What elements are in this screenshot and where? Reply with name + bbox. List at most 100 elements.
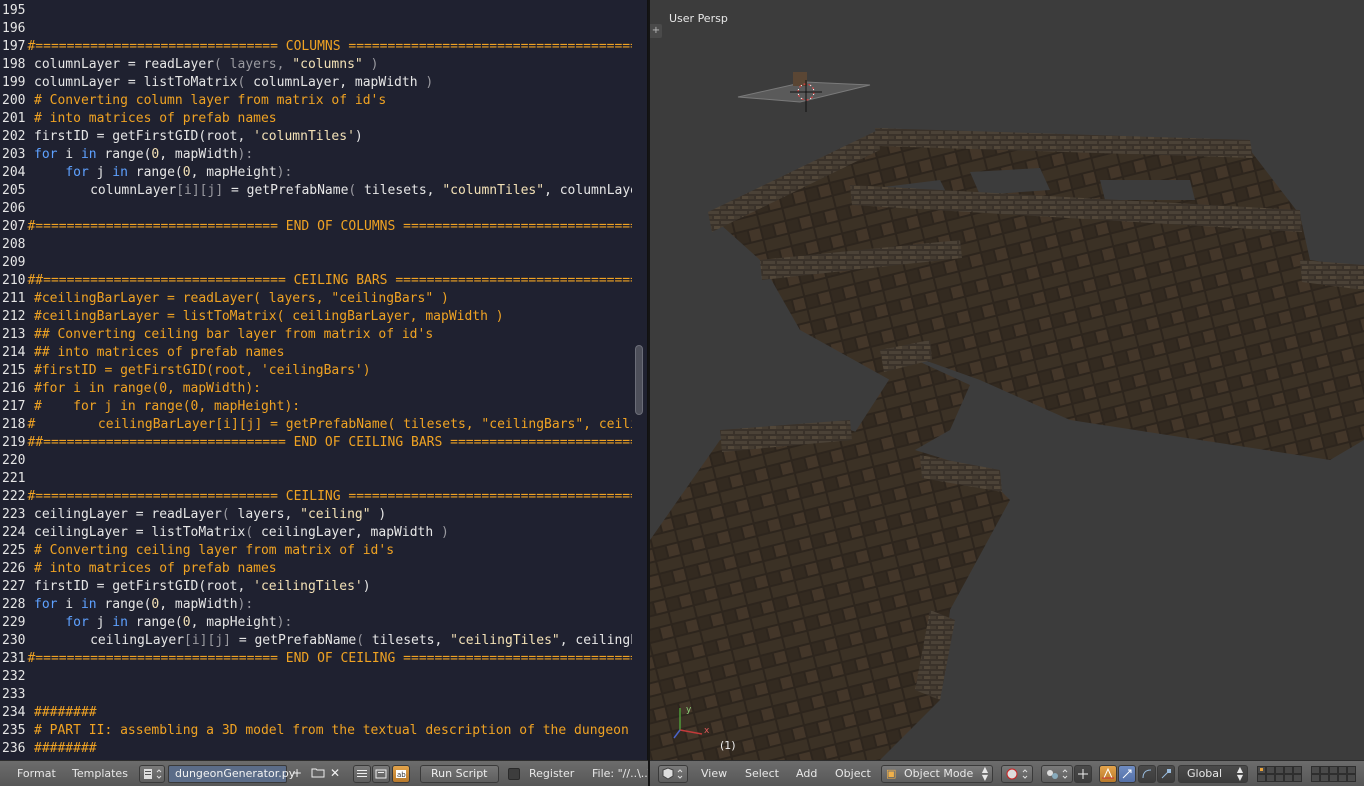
code-line[interactable]: 235 # PART II: assembling a 3D model from…: [2, 722, 632, 740]
code-line[interactable]: 214 ## into matrices of prefab names: [2, 344, 632, 362]
code-line[interactable]: 230 ceilingLayer[i][j] = getPrefabName( …: [2, 632, 632, 650]
code-line[interactable]: 211 #ceilingBarLayer = readLayer( layers,…: [2, 290, 632, 308]
new-text-icon[interactable]: +: [292, 766, 302, 780]
code-line[interactable]: 196: [2, 20, 632, 38]
code-line[interactable]: 234 ########: [2, 704, 632, 722]
code-line[interactable]: 197 #=============================== COLU…: [2, 38, 632, 56]
code-line[interactable]: 199 columnLayer = listToMatrix( columnLay…: [2, 74, 632, 92]
line-content: firstID = getFirstGID(root, 'columnTiles…: [32, 128, 363, 146]
code-line[interactable]: 203 for i in range(0, mapWidth):: [2, 146, 632, 164]
code-line[interactable]: 207 #=============================== END …: [2, 218, 632, 236]
line-content: ceilingLayer = listToMatrix( ceilingLaye…: [32, 524, 449, 542]
code-line[interactable]: 219 ##=============================== END…: [2, 434, 632, 452]
code-line[interactable]: 231 #=============================== END …: [2, 650, 632, 668]
code-line[interactable]: 204 for j in range(0, mapHeight):: [2, 164, 632, 182]
code-line[interactable]: 221: [2, 470, 632, 488]
code-token: i: [57, 597, 81, 612]
code-line[interactable]: 213 ## Converting ceiling bar layer from …: [2, 326, 632, 344]
code-line[interactable]: 212 #ceilingBarLayer = listToMatrix( ceil…: [2, 308, 632, 326]
line-content: # PART II: assembling a 3D model from th…: [32, 722, 629, 740]
code-line[interactable]: 200 # Converting column layer from matrix…: [2, 92, 632, 110]
code-line[interactable]: 233: [2, 686, 632, 704]
code-line[interactable]: 222 #=============================== CEIL…: [2, 488, 632, 506]
code-line[interactable]: 232: [2, 668, 632, 686]
unlink-text-icon[interactable]: ✕: [330, 766, 340, 780]
code-line[interactable]: 217 # for j in range(0, mapHeight):: [2, 398, 632, 416]
translate-icon[interactable]: [1099, 765, 1117, 783]
code-line[interactable]: 227 firstID = getFirstGID(root, 'ceilingT…: [2, 578, 632, 596]
code-token: ##=============================== END OF…: [27, 435, 632, 450]
line-content: # into matrices of prefab names: [32, 110, 277, 128]
format-menu[interactable]: Format: [17, 767, 56, 781]
text-menu-icon[interactable]: [139, 765, 165, 783]
line-numbers-icon[interactable]: [353, 765, 371, 783]
word-wrap-icon[interactable]: [372, 765, 390, 783]
layers-icon-2[interactable]: [1311, 766, 1359, 782]
line-number: 224: [2, 525, 26, 540]
select-menu[interactable]: Select: [745, 767, 779, 781]
manipulator-icon[interactable]: [1074, 765, 1092, 783]
code-line[interactable]: 208: [2, 236, 632, 254]
code-line[interactable]: 201 # into matrices of prefab names: [2, 110, 632, 128]
pivot-icon[interactable]: [1041, 765, 1073, 783]
view-menu[interactable]: View: [701, 767, 727, 781]
open-text-icon[interactable]: [311, 766, 325, 781]
code-token: #firstID = getFirstGID(root, 'ceilingBar…: [34, 363, 371, 378]
code-token: in: [112, 165, 128, 180]
line-content: #ceilingBarLayer = readLayer( layers, "c…: [32, 290, 449, 308]
code-area[interactable]: 195 196 197 #==============================…: [2, 2, 632, 758]
code-line[interactable]: 209: [2, 254, 632, 272]
code-token: j: [88, 615, 113, 630]
syntax-highlight-icon[interactable]: ab: [392, 765, 410, 783]
viewport-type-icon[interactable]: [658, 765, 688, 783]
add-menu[interactable]: Add: [796, 767, 817, 781]
code-line[interactable]: 220: [2, 452, 632, 470]
line-content: firstID = getFirstGID(root, 'ceilingTile…: [32, 578, 371, 596]
line-content: #firstID = getFirstGID(root, 'ceilingBar…: [32, 362, 371, 380]
code-token: 'ceilingTiles': [253, 579, 363, 594]
code-token: , columnLayer: [544, 183, 632, 198]
code-line[interactable]: 216 #for i in range(0, mapWidth):: [2, 380, 632, 398]
code-line[interactable]: 236 ########: [2, 740, 632, 758]
code-line[interactable]: 210 ##=============================== CEI…: [2, 272, 632, 290]
code-token: , mapWidth: [159, 147, 238, 162]
code-line[interactable]: 205 columnLayer[i][j] = getPrefabName( t…: [2, 182, 632, 200]
line-number: 226: [2, 561, 26, 576]
line-content: # ceilingBarLayer[i][j] = getPrefabName(…: [25, 416, 632, 434]
mode-selector[interactable]: ▣ Object Mode ▲ ▼: [881, 765, 993, 783]
line-number: 227: [2, 579, 26, 594]
code-line[interactable]: 206: [2, 200, 632, 218]
code-line[interactable]: 195: [2, 2, 632, 20]
toolshelf-toggle-icon[interactable]: +: [650, 24, 662, 38]
object-menu[interactable]: Object: [835, 767, 871, 781]
line-number: 210: [2, 273, 26, 288]
camera-object[interactable]: [737, 72, 871, 112]
3d-viewport[interactable]: User Persp + y x (1): [650, 0, 1364, 760]
line-content: ##=============================== CEILIN…: [25, 272, 632, 290]
rotate-icon[interactable]: [1118, 765, 1136, 783]
code-line[interactable]: 225 # Converting ceiling layer from matri…: [2, 542, 632, 560]
run-script-button[interactable]: Run Script: [420, 765, 499, 783]
code-line[interactable]: 202 firstID = getFirstGID(root, 'columnTi…: [2, 128, 632, 146]
transform-icon[interactable]: [1157, 765, 1175, 783]
code-line[interactable]: 224 ceilingLayer = listToMatrix( ceilingL…: [2, 524, 632, 542]
text-file-name[interactable]: dungeonGenerator.py: [168, 765, 295, 783]
templates-menu[interactable]: Templates: [72, 767, 128, 781]
scale-icon[interactable]: [1138, 765, 1156, 783]
axis-y-label: y: [686, 705, 692, 715]
code-line[interactable]: 226 # into matrices of prefab names: [2, 560, 632, 578]
register-checkbox[interactable]: [508, 768, 520, 780]
code-line[interactable]: 223 ceilingLayer = readLayer( layers, "ce…: [2, 506, 632, 524]
code-token: # into matrices of prefab names: [34, 561, 277, 576]
text-editor[interactable]: 195 196 197 #==============================…: [0, 0, 648, 760]
line-content: for j in range(0, mapHeight):: [32, 614, 292, 632]
orientation-selector[interactable]: Global ▲ ▼: [1178, 765, 1248, 783]
code-line[interactable]: 218 # ceilingBarLayer[i][j] = getPrefabNa…: [2, 416, 632, 434]
viewport-shading-icon[interactable]: [1001, 765, 1033, 783]
code-line[interactable]: 198 columnLayer = readLayer( layers, "col…: [2, 56, 632, 74]
code-line[interactable]: 229 for j in range(0, mapHeight):: [2, 614, 632, 632]
code-line[interactable]: 228 for i in range(0, mapWidth):: [2, 596, 632, 614]
code-line[interactable]: 215 #firstID = getFirstGID(root, 'ceiling…: [2, 362, 632, 380]
editor-scrollbar[interactable]: [635, 345, 643, 415]
layers-icon[interactable]: [1257, 766, 1305, 782]
